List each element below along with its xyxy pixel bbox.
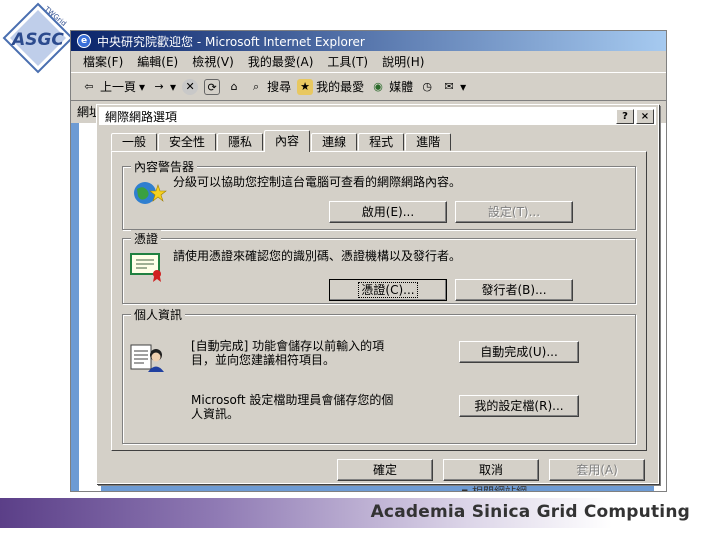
profile-icon — [130, 344, 164, 372]
certificates-group: 憑證 請使用憑證來確認您的識別碼、憑證機構以及發行者。 憑證(C)... 發行者… — [122, 230, 636, 304]
footer-text: Academia Sinica Grid Computing — [370, 502, 690, 522]
enable-button[interactable]: 啟用(E)... — [329, 201, 447, 223]
asgc-logo: ASGC TWGrid — [2, 2, 74, 74]
certificates-button-label: 憑證(C)... — [358, 282, 418, 298]
search-icon: ⌕ — [252, 79, 260, 93]
dialog-tabs: 一般 安全性 隱私 內容 連線 程式 進階 — [111, 129, 452, 152]
profile-text-line1: Microsoft 設定檔助理員會儲存您的個 — [191, 393, 394, 407]
forward-arrow-icon: → — [154, 79, 164, 93]
refresh-icon: ⟳ — [204, 78, 221, 95]
footer-banner: Academia Sinica Grid Computing — [0, 498, 720, 528]
back-label: 上一頁 — [100, 80, 137, 94]
ie-titlebar: e 中央研究院歡迎您 - Microsoft Internet Explorer — [71, 31, 666, 51]
media-icon: ◉ — [373, 79, 383, 93]
favorites-button[interactable]: ★ 我的最愛 — [297, 78, 364, 95]
advisor-settings-button[interactable]: 設定(T)... — [455, 201, 573, 223]
menu-view[interactable]: 檢視(V) — [192, 53, 234, 70]
apply-button[interactable]: 套用(A) — [549, 459, 645, 481]
autocomplete-text-line1: [自動完成] 功能會儲存以前輸入的項 — [191, 339, 385, 353]
tab-general[interactable]: 一般 — [111, 133, 158, 151]
autocomplete-text-line2: 目，並向您建議相符項目。 — [191, 353, 336, 367]
tab-security[interactable]: 安全性 — [158, 133, 217, 151]
certificates-button[interactable]: 憑證(C)... — [329, 279, 447, 301]
certificate-icon — [130, 253, 161, 282]
chevron-down-icon: ▾ — [170, 79, 177, 94]
back-button[interactable]: ⇦ 上一頁 ▾ — [81, 78, 145, 95]
personal-info-group: 個人資訊 [自動完成] 功能會儲存以前輸入的項 目，並向您建議相符項目。 自動完… — [122, 306, 636, 444]
home-icon: ⌂ — [230, 79, 238, 93]
publishers-button[interactable]: 發行者(B)... — [455, 279, 573, 301]
tab-content[interactable]: 內容 — [264, 130, 311, 152]
content-tab-panel: 內容警告器 分級可以協助您控制這台電腦可查看的網際網路內容。 啟用(E)... … — [111, 151, 647, 451]
back-arrow-icon: ⇦ — [84, 79, 94, 93]
page-bottom-text: ▪ 相關網站網 — [461, 485, 527, 492]
content-advisor-group: 內容警告器 分級可以協助您控制這台電腦可查看的網際網路內容。 啟用(E)... … — [122, 158, 636, 230]
tab-advanced[interactable]: 進階 — [405, 133, 452, 151]
menu-edit[interactable]: 編輯(E) — [137, 53, 178, 70]
tab-programs[interactable]: 程式 — [358, 133, 405, 151]
cancel-button[interactable]: 取消 — [443, 459, 539, 481]
close-button[interactable]: × — [636, 108, 654, 124]
menu-help[interactable]: 說明(H) — [382, 53, 424, 70]
dialog-titlebar: 網際網路選項 ? × — [99, 107, 656, 125]
profile-text-line2: 人資訊。 — [191, 407, 240, 421]
tab-privacy[interactable]: 隱私 — [217, 133, 264, 151]
ie-menubar: 檔案(F) 編輯(E) 檢視(V) 我的最愛(A) 工具(T) 說明(H) — [71, 51, 666, 73]
dialog-title: 網際網路選項 — [105, 109, 178, 124]
help-button[interactable]: ? — [616, 108, 634, 124]
history-icon: ◷ — [422, 79, 432, 93]
menu-tools[interactable]: 工具(T) — [327, 53, 368, 70]
chevron-down-icon: ▾ — [139, 79, 146, 94]
content-advisor-text: 分級可以協助您控制這台電腦可查看的網際網路內容。 — [173, 175, 462, 189]
mail-icon: ✉ — [444, 79, 454, 93]
globe-star-icon — [134, 182, 167, 204]
menu-favorites[interactable]: 我的最愛(A) — [248, 53, 314, 70]
forward-button[interactable]: → ▾ — [151, 79, 176, 95]
autocomplete-button[interactable]: 自動完成(U)... — [459, 341, 579, 363]
search-button[interactable]: ⌕ 搜尋 — [248, 78, 291, 95]
history-button[interactable]: ◷ — [419, 79, 435, 95]
tab-connections[interactable]: 連線 — [311, 133, 358, 151]
ie-icon: e — [77, 34, 91, 48]
favorites-folder-icon: ★ — [297, 78, 314, 95]
logo-text: ASGC — [10, 30, 64, 50]
home-button[interactable]: ⌂ — [226, 79, 242, 95]
personal-info-title: 個人資訊 — [131, 306, 186, 323]
certificates-text: 請使用憑證來確認您的識別碼、憑證機構以及發行者。 — [173, 249, 462, 263]
favorites-label: 我的最愛 — [316, 80, 365, 94]
stop-icon: ✕ — [182, 78, 199, 95]
media-button[interactable]: ◉ 媒體 — [370, 78, 413, 95]
refresh-button[interactable]: ⟳ — [204, 78, 221, 95]
menu-file[interactable]: 檔案(F) — [83, 53, 123, 70]
ie-title: 中央研究院歡迎您 - Microsoft Internet Explorer — [97, 34, 365, 49]
ok-button[interactable]: 確定 — [337, 459, 433, 481]
ie-toolbar: ⇦ 上一頁 ▾ → ▾ ✕ ⟳ ⌂ ⌕ 搜尋 ★ 我的最愛 ◉ 媒體 ◷ ✉ ▾ — [71, 73, 666, 101]
my-profile-button[interactable]: 我的設定檔(R)... — [459, 395, 579, 417]
content-advisor-title: 內容警告器 — [131, 158, 198, 175]
internet-options-dialog: 網際網路選項 ? × 一般 安全性 隱私 內容 連線 程式 進階 內容警告器 分… — [96, 104, 659, 484]
stop-button[interactable]: ✕ — [182, 78, 199, 95]
search-label: 搜尋 — [267, 80, 292, 94]
media-label: 媒體 — [389, 80, 414, 94]
mail-button[interactable]: ✉ ▾ — [441, 79, 467, 95]
certificates-title: 憑證 — [131, 230, 162, 247]
chevron-down-icon: ▾ — [460, 79, 467, 94]
